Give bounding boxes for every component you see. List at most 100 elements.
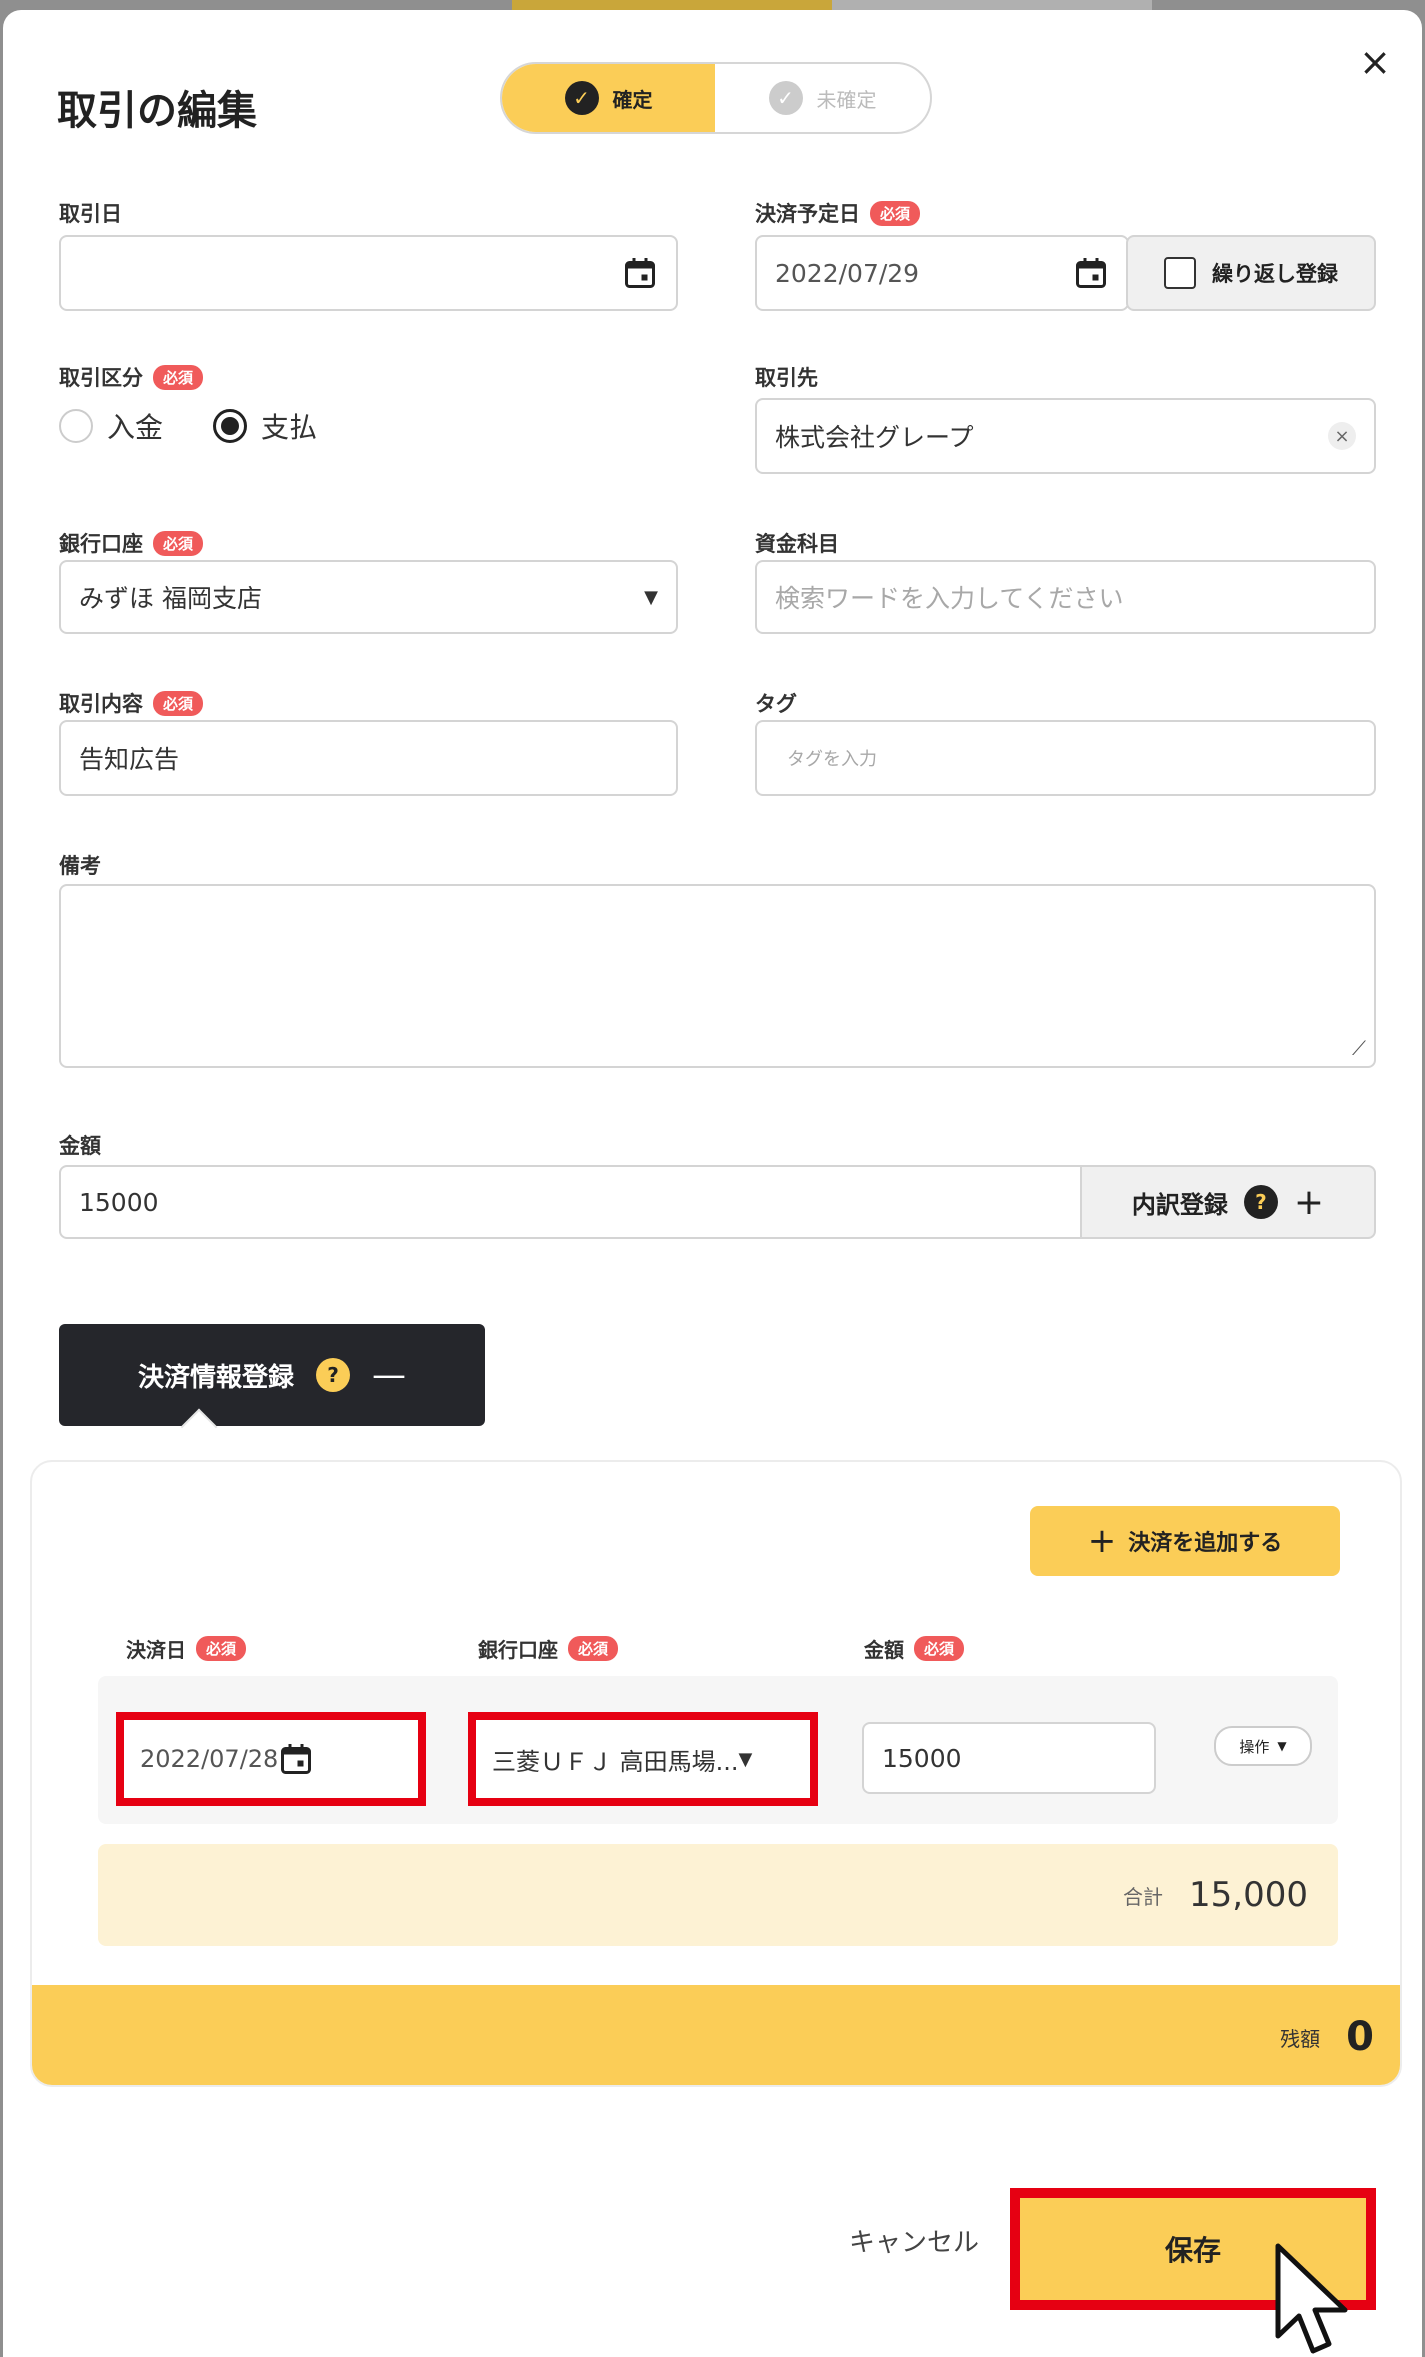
remaining-label: 残額 <box>1280 2026 1321 2051</box>
required-badge: 必須 <box>568 1636 619 1661</box>
check-icon: ✓ <box>768 81 803 115</box>
required-badge: 必須 <box>153 530 204 556</box>
add-settlement-button[interactable]: + 決済を追加する <box>1030 1506 1340 1576</box>
settlement-amount-value: 15000 <box>882 1743 962 1773</box>
bank-account-value: みずほ 福岡支店 <box>79 584 262 613</box>
amount-value: 15000 <box>79 1187 159 1217</box>
status-unconfirmed-label: 未確定 <box>816 87 877 112</box>
help-icon[interactable]: ? <box>1243 1185 1278 1219</box>
repeat-registration-label: 繰り返し登録 <box>1212 262 1338 286</box>
total-label: 合計 <box>1123 1884 1164 1909</box>
row-operation-dropdown[interactable]: 操作 ▼ <box>1214 1726 1312 1766</box>
amount-label: 金額 <box>59 1130 101 1160</box>
breakdown-label: 内訳登録 <box>1131 1190 1228 1219</box>
status-confirmed-button[interactable]: ✓ 確定 <box>502 64 715 132</box>
required-badge: 必須 <box>196 1636 247 1661</box>
fund-item-label: 資金科目 <box>755 528 839 558</box>
amount-input[interactable]: 15000 <box>59 1165 1083 1239</box>
settlement-date-column-text: 決済日 <box>126 1638 186 1662</box>
required-badge: 必須 <box>914 1636 965 1661</box>
settlement-account-column-label: 銀行口座 必須 <box>478 1634 619 1663</box>
scheduled-settlement-date-field[interactable]: 2022/07/29 <box>755 235 1129 311</box>
settlement-amount-column-text: 金額 <box>864 1638 904 1662</box>
bank-account-select[interactable]: みずほ 福岡支店 ▼ <box>59 560 678 634</box>
memo-label: 備考 <box>59 850 101 880</box>
transaction-content-input[interactable]: 告知広告 <box>59 720 678 796</box>
mouse-pointer-icon <box>1275 2243 1348 2354</box>
radio-payment-label: 支払 <box>261 411 318 444</box>
plus-icon: + <box>1087 1521 1117 1561</box>
settlement-date-field[interactable]: 2022/07/28 <box>116 1712 426 1806</box>
settlement-date-value: 2022/07/28 <box>140 1745 279 1773</box>
help-icon[interactable]: ? <box>316 1358 350 1392</box>
repeat-registration-checkbox[interactable]: 繰り返し登録 <box>1126 235 1376 311</box>
tag-label-text: タグ <box>755 692 797 716</box>
radio-deposit[interactable]: 入金 <box>59 406 163 446</box>
transaction-date-label: 取引日 <box>59 198 122 228</box>
caret-down-icon: ▼ <box>738 1748 753 1770</box>
radio-button[interactable] <box>59 409 93 443</box>
settlement-amount-column-label: 金額 必須 <box>864 1634 965 1663</box>
transaction-date-label-text: 取引日 <box>59 202 122 226</box>
save-label: 保存 <box>1164 2234 1221 2267</box>
breakdown-registration-button[interactable]: 内訳登録 ? + <box>1080 1165 1376 1239</box>
amount-label-text: 金額 <box>59 1134 101 1158</box>
fund-item-label-text: 資金科目 <box>755 532 839 556</box>
settlement-account-select[interactable]: 三菱ＵＦＪ 高田馬場... ▼ <box>468 1712 818 1806</box>
check-icon: ✓ <box>564 81 599 115</box>
required-badge: 必須 <box>153 364 204 390</box>
settlement-panel: + 決済を追加する 決済日 必須 銀行口座 必須 金額 必須 2022/07/2… <box>30 1460 1402 2087</box>
transaction-date-field[interactable] <box>59 235 678 311</box>
total-value: 15,000 <box>1189 1875 1308 1915</box>
calendar-icon[interactable] <box>1073 255 1109 291</box>
transaction-type-label-text: 取引区分 <box>59 366 143 390</box>
minus-icon: — <box>372 1355 406 1395</box>
calendar-icon[interactable] <box>622 255 658 291</box>
edit-transaction-modal: 取引の編集 × ✓ 確定 ✓ 未確定 取引日 決済予定日 必須 2022/07/… <box>3 10 1422 2357</box>
settlement-account-column-text: 銀行口座 <box>478 1638 558 1662</box>
resize-handle-icon[interactable]: ⟋ <box>1352 1036 1366 1060</box>
radio-payment[interactable]: 支払 <box>213 406 317 446</box>
transaction-type-radio-group: 入金 支払 <box>59 406 345 446</box>
tag-placeholder: タグを入力 <box>787 749 877 770</box>
radio-deposit-label: 入金 <box>107 411 164 444</box>
status-confirmed-label: 確定 <box>612 87 653 112</box>
status-toggle: ✓ 確定 ✓ 未確定 <box>500 62 932 134</box>
scheduled-settlement-date-label-text: 決済予定日 <box>755 202 860 226</box>
required-badge: 必須 <box>153 690 204 716</box>
status-unconfirmed-button[interactable]: ✓ 未確定 <box>715 64 930 132</box>
memo-textarea[interactable]: ⟋ <box>59 884 1376 1068</box>
counterparty-label: 取引先 <box>755 362 818 392</box>
settlement-date-column-label: 決済日 必須 <box>126 1634 247 1663</box>
transaction-content-label-text: 取引内容 <box>59 692 143 716</box>
remaining-balance-bar: 残額 0 <box>32 1985 1400 2085</box>
tag-label: タグ <box>755 688 797 718</box>
caret-down-icon: ▼ <box>644 586 658 608</box>
settlement-toggle-label: 決済情報登録 <box>137 1362 294 1393</box>
required-badge: 必須 <box>870 200 921 226</box>
radio-button-selected[interactable] <box>213 409 248 443</box>
transaction-type-label: 取引区分 必須 <box>59 362 204 392</box>
bank-account-label-text: 銀行口座 <box>59 532 143 556</box>
memo-label-text: 備考 <box>59 854 101 878</box>
fund-item-search-input[interactable]: 検索ワードを入力してください <box>755 560 1376 634</box>
cancel-button[interactable]: キャンセル <box>849 2222 979 2259</box>
transaction-content-label: 取引内容 必須 <box>59 688 204 718</box>
scheduled-settlement-date-value: 2022/07/29 <box>775 258 920 288</box>
add-settlement-label: 決済を追加する <box>1128 1531 1283 1556</box>
caret-down-icon: ▼ <box>1277 1739 1287 1753</box>
remaining-value: 0 <box>1346 2014 1374 2060</box>
tag-input[interactable]: タグを入力 <box>755 720 1376 796</box>
checkbox[interactable] <box>1164 257 1196 289</box>
clear-icon[interactable]: × <box>1328 422 1356 450</box>
plus-icon: + <box>1293 1181 1325 1223</box>
settlement-info-toggle-button[interactable]: 決済情報登録 ? — <box>59 1324 485 1426</box>
counterparty-field[interactable]: 株式会社グレープ × <box>755 398 1376 474</box>
modal-title: 取引の編集 <box>57 88 257 134</box>
counterparty-label-text: 取引先 <box>755 366 818 390</box>
calendar-icon[interactable] <box>278 1741 314 1777</box>
close-icon[interactable]: × <box>1353 40 1397 84</box>
settlement-amount-input[interactable]: 15000 <box>862 1722 1156 1794</box>
counterparty-value: 株式会社グレープ <box>775 423 974 452</box>
transaction-content-value: 告知広告 <box>79 745 180 774</box>
